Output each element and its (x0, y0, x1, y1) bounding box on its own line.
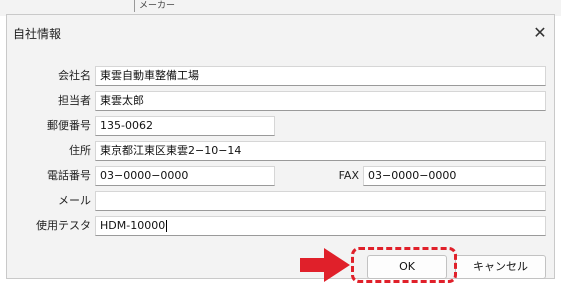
dialog-titlebar: 自社情報 ✕ (7, 15, 554, 51)
text-caret (166, 220, 168, 232)
fax-label: FAX (338, 169, 359, 182)
dialog-title: 自社情報 (13, 27, 62, 41)
postal-code-field[interactable]: 135-0062 (95, 116, 275, 136)
contact-person-field[interactable]: 東雲太郎 (95, 91, 546, 111)
email-label: メール (58, 194, 91, 207)
company-info-dialog: 自社情報 ✕ 会社名 東雲自動車整備工場 担当者 東雲太郎 郵便番号 135-0… (6, 14, 555, 279)
phone-field[interactable]: 03−0000−0000 (95, 166, 275, 186)
tester-field-value: HDM-10000 (100, 219, 166, 232)
background-column-header: メーカー (134, 0, 175, 12)
company-name-field[interactable]: 東雲自動車整備工場 (95, 66, 546, 86)
tester-label: 使用テスタ (36, 219, 91, 232)
address-field[interactable]: 東京都江東区東雲2−10−14 (95, 141, 546, 161)
contact-person-label: 担当者 (58, 94, 91, 107)
pointer-arrow-icon (300, 248, 350, 282)
tester-field[interactable]: HDM-10000 (95, 216, 546, 236)
fax-field[interactable]: 03−0000−0000 (363, 166, 546, 186)
phone-label: 電話番号 (47, 169, 91, 182)
email-field[interactable] (95, 191, 546, 211)
cancel-button[interactable]: キャンセル (455, 255, 546, 279)
postal-code-label: 郵便番号 (47, 119, 91, 132)
address-label: 住所 (69, 144, 91, 157)
ok-highlight-box (351, 247, 457, 283)
close-icon[interactable]: ✕ (528, 21, 552, 45)
company-name-label: 会社名 (58, 69, 91, 82)
